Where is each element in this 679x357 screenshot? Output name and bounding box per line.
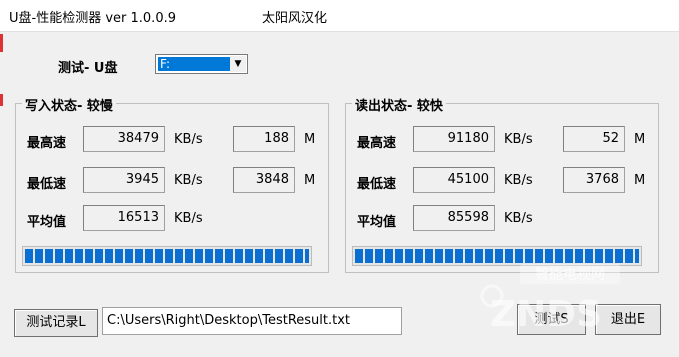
write-progress-fill (25, 249, 309, 263)
title-bar: U盘-性能检测器 ver 1.0.0.9 太阳风汉化 (0, 0, 679, 32)
read-max-size-field: 52 (563, 126, 625, 152)
read-min-size-unit: M (634, 173, 646, 188)
read-max-label: 最高速 (357, 136, 397, 151)
watermark-text: 智能电视网 (535, 267, 605, 283)
watermark-logo: 智能电视网 ZNDS (480, 264, 620, 333)
read-min-unit: KB/s (504, 173, 533, 188)
chevron-down-icon[interactable]: ▼ (230, 56, 246, 72)
watermark-brand: ZNDS (490, 294, 602, 333)
write-max-size-field: 188 (233, 126, 295, 152)
write-status-title: 写入状态- 较慢 (22, 95, 116, 114)
read-avg-label: 平均值 (357, 215, 397, 230)
read-min-speed-field: 45100 (413, 167, 495, 193)
drive-selected-value: F: (158, 57, 232, 71)
write-avg-unit: KB/s (174, 211, 203, 226)
drive-label: 测试- U盘 (58, 61, 118, 76)
edge-strip (0, 34, 3, 52)
write-min-size-field: 3848 (233, 167, 295, 193)
window-title: U盘-性能检测器 ver 1.0.0.9 (9, 11, 176, 26)
write-min-speed-field: 3945 (83, 167, 165, 193)
drive-select[interactable]: F: ▼ (155, 54, 248, 74)
read-min-label: 最低速 (357, 177, 397, 192)
read-avg-speed-field: 85598 (413, 205, 495, 231)
write-max-size-unit: M (304, 132, 316, 147)
read-max-size-unit: M (634, 132, 646, 147)
write-min-label: 最低速 (27, 177, 67, 192)
write-avg-speed-field: 16513 (83, 205, 165, 231)
read-max-unit: KB/s (504, 132, 533, 147)
read-min-size-field: 3768 (563, 167, 625, 193)
write-avg-label: 平均值 (27, 215, 67, 230)
write-progress-bar (22, 246, 312, 266)
log-path-field[interactable]: C:\Users\Right\Desktop\TestResult.txt (102, 307, 402, 335)
translator-credit: 太阳风汉化 (262, 11, 328, 26)
read-max-speed-field: 91180 (413, 126, 495, 152)
write-min-unit: KB/s (174, 173, 203, 188)
write-min-size-unit: M (304, 173, 316, 188)
edge-strip (0, 94, 3, 106)
write-max-speed-field: 38479 (83, 126, 165, 152)
read-avg-unit: KB/s (504, 211, 533, 226)
write-max-unit: KB/s (174, 132, 203, 147)
test-log-button[interactable]: 测试记录L (14, 309, 98, 337)
read-status-title: 读出状态- 较快 (352, 95, 446, 114)
write-max-label: 最高速 (27, 136, 67, 151)
